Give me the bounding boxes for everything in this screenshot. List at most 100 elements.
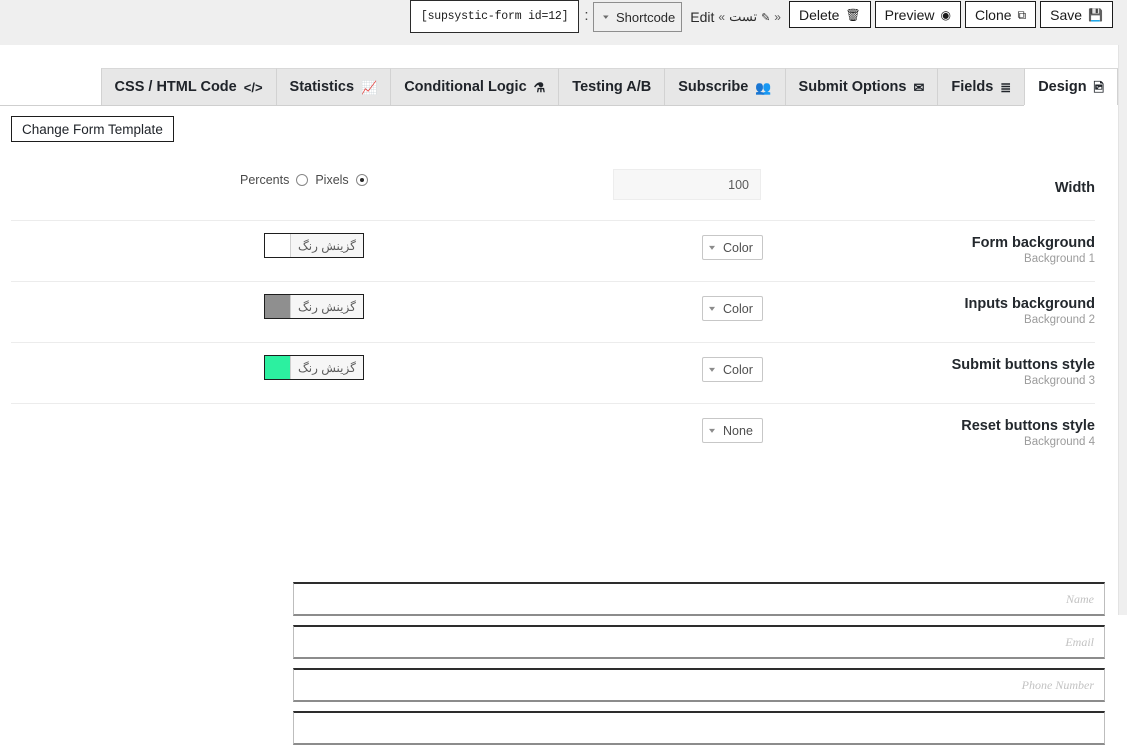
pencil-icon: ✎ xyxy=(761,11,771,24)
tab-submit-options[interactable]: Submit Options ✉ xyxy=(784,68,938,105)
chevron-down-icon: ▾ xyxy=(603,14,610,21)
right-chevron-icon: » xyxy=(718,10,726,24)
form-preview: Name Email Phone Number xyxy=(293,582,1105,754)
top-toolbar-controls: Save 💾 Clone ⧉ Preview ◉ Delete 🗑 « ✎ تس… xyxy=(409,0,1115,45)
tab-design[interactable]: Design 🖻 xyxy=(1024,68,1118,105)
change-form-template-label: Change Form Template xyxy=(22,121,163,137)
row-subtitle: Background 4 xyxy=(1024,436,1095,448)
preview-phone-placeholder: Phone Number xyxy=(1021,677,1094,692)
code-icon: </> xyxy=(243,79,263,95)
color-swatch[interactable] xyxy=(265,356,290,379)
preview-name-field[interactable]: Name xyxy=(293,582,1105,616)
clone-label: Clone xyxy=(974,6,1012,23)
form-background-color-picker[interactable]: گزینش رنگ xyxy=(264,233,364,258)
shortcode-value[interactable]: [supsystic-form id=12] xyxy=(409,0,580,33)
row-inputs-background: Inputs background Background 2 ▾ Color گ… xyxy=(11,282,1095,343)
tab-label: Statistics xyxy=(289,79,355,95)
change-form-template-button[interactable]: Change Form Template xyxy=(11,116,174,142)
shortcode-type-label: Shortcode xyxy=(616,9,676,25)
tab-label: Design xyxy=(1038,79,1087,95)
preview-name-placeholder: Name xyxy=(1066,591,1094,606)
row-form-background: Form background Background 1 ▾ Color گزی… xyxy=(11,221,1095,282)
color-picker-label: گزینش رنگ xyxy=(290,356,363,379)
row-submit-buttons-style: Submit buttons style Background 3 ▾ Colo… xyxy=(11,343,1095,404)
pixels-label: Pixels xyxy=(315,173,349,187)
row-reset-buttons-label: Reset buttons style Background 4 xyxy=(735,418,1095,450)
edit-label: Edit xyxy=(690,9,715,25)
submit-buttons-color-picker[interactable]: گزینش رنگ xyxy=(264,355,364,380)
percents-radio[interactable] xyxy=(296,174,309,186)
inputs-background-type-dropdown[interactable]: ▾ Color xyxy=(702,296,763,321)
tab-css-html-code[interactable]: CSS / HTML Code </> xyxy=(100,68,276,105)
color-swatch[interactable] xyxy=(265,234,290,257)
vertical-scrollbar-track[interactable] xyxy=(1118,45,1127,615)
save-label: Save xyxy=(1050,6,1083,23)
preview-phone-field[interactable]: Phone Number xyxy=(293,668,1105,702)
row-subtitle: Background 3 xyxy=(1024,375,1095,387)
left-chevron-icon: « xyxy=(774,10,781,24)
tab-label: Conditional Logic xyxy=(404,79,527,95)
form-name: تست xyxy=(729,9,758,24)
trash-icon: 🗑 xyxy=(845,7,861,22)
width-unit-radio-group: Percents Pixels xyxy=(240,173,368,187)
inputs-background-color-picker[interactable]: گزینش رنگ xyxy=(264,294,364,319)
form-edit-breadcrumb[interactable]: « ✎ تست » Edit xyxy=(690,9,781,25)
preview-email-field[interactable]: Email xyxy=(293,625,1105,659)
shortcode-type-select[interactable]: ▾ Shortcode xyxy=(593,2,683,32)
row-width: Width Percents Pixels xyxy=(11,160,1095,221)
row-width-title: Width xyxy=(1054,180,1095,196)
color-swatch[interactable] xyxy=(265,295,290,318)
image-icon: 🖻 xyxy=(1093,79,1104,95)
shortcode-text: [supsystic-form id=12] xyxy=(420,10,569,23)
save-button[interactable]: Save 💾 xyxy=(1040,1,1113,28)
row-reset-buttons-style: Reset buttons style Background 4 ▾ None xyxy=(11,404,1095,465)
preview-extra-field[interactable] xyxy=(293,711,1105,745)
tab-statistics[interactable]: Statistics 📈 xyxy=(275,68,391,105)
design-panel: Change Form Template Width Percents Pixe… xyxy=(0,106,1118,745)
row-form-background-label: Form background Background 1 xyxy=(735,235,1095,267)
tab-label: Testing A/B xyxy=(572,79,652,95)
row-title: Reset buttons style xyxy=(961,418,1095,434)
flask-icon: ⚗ xyxy=(533,79,546,95)
tab-label: CSS / HTML Code xyxy=(114,79,237,95)
color-picker-label: گزینش رنگ xyxy=(290,295,363,318)
row-title: Submit buttons style xyxy=(951,357,1095,373)
floppy-disk-icon: 💾 xyxy=(1088,7,1103,22)
reset-buttons-type-dropdown[interactable]: ▾ None xyxy=(702,418,763,443)
row-title: Inputs background xyxy=(964,296,1096,312)
row-width-label: Width xyxy=(735,180,1095,197)
preview-button[interactable]: Preview ◉ xyxy=(874,1,961,28)
submit-buttons-type-dropdown[interactable]: ▾ Color xyxy=(702,357,763,382)
row-inputs-background-label: Inputs background Background 2 xyxy=(735,296,1096,328)
tab-label: Submit Options xyxy=(798,79,907,95)
pixels-radio[interactable] xyxy=(355,174,368,186)
users-icon: 👥 xyxy=(755,79,772,95)
settings-tabs: CSS / HTML Code </> Statistics 📈 Conditi… xyxy=(0,68,1118,106)
copy-icon: ⧉ xyxy=(1017,7,1027,22)
preview-email-placeholder: Email xyxy=(1065,634,1094,649)
tab-fields[interactable]: Fields ≣ xyxy=(937,68,1025,105)
chevron-down-icon: ▾ xyxy=(708,426,716,435)
list-icon: ≣ xyxy=(1000,79,1012,95)
dropdown-label: Color xyxy=(723,362,753,377)
top-toolbar: Save 💾 Clone ⧉ Preview ◉ Delete 🗑 « ✎ تس… xyxy=(0,0,1127,45)
chevron-down-icon: ▾ xyxy=(708,243,716,252)
dropdown-label: None xyxy=(723,423,753,438)
tab-testing-ab[interactable]: Testing A/B xyxy=(558,68,665,105)
chart-line-icon: 📈 xyxy=(361,79,378,95)
eye-icon: ◉ xyxy=(940,7,951,22)
tab-conditional-logic[interactable]: Conditional Logic ⚗ xyxy=(390,68,559,105)
form-background-type-dropdown[interactable]: ▾ Color xyxy=(702,235,763,260)
delete-button[interactable]: Delete 🗑 xyxy=(788,1,871,28)
envelope-icon: ✉ xyxy=(913,79,925,95)
colon-separator: : xyxy=(584,7,589,24)
clone-button[interactable]: Clone ⧉ xyxy=(964,1,1037,28)
tab-label: Fields xyxy=(951,79,994,95)
delete-label: Delete xyxy=(798,6,840,23)
row-subtitle: Background 2 xyxy=(1024,314,1095,326)
row-submit-buttons-label: Submit buttons style Background 3 xyxy=(735,357,1095,389)
width-input[interactable] xyxy=(613,169,761,200)
tab-subscribe[interactable]: Subscribe 👥 xyxy=(664,68,785,105)
chevron-down-icon: ▾ xyxy=(708,365,716,374)
row-subtitle: Background 1 xyxy=(1024,253,1095,265)
